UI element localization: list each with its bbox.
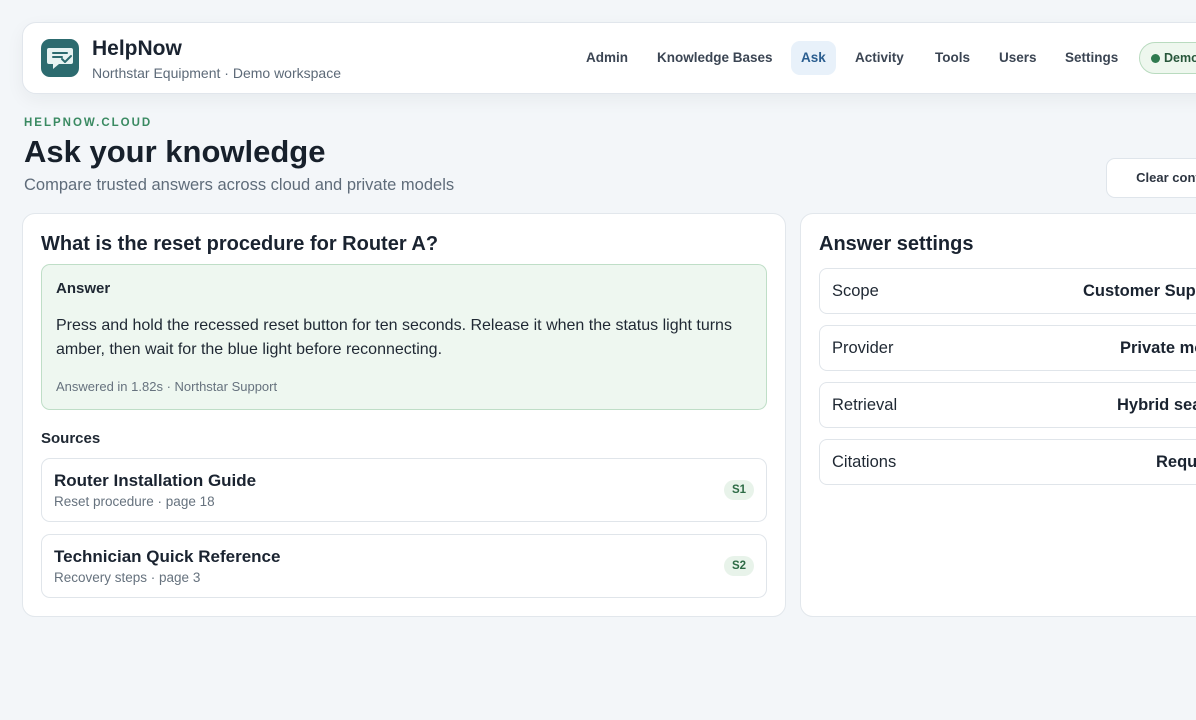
clear-conversation-button[interactable]: Clear conve bbox=[1106, 158, 1196, 198]
domain-eyebrow: HELPNOW.CLOUD bbox=[24, 117, 153, 129]
nav-item-settings[interactable]: Settings bbox=[1055, 41, 1128, 75]
setting-key: Scope bbox=[832, 282, 879, 300]
answer-card: What is the reset procedure for Router A… bbox=[22, 213, 786, 617]
workspace-status-badge[interactable]: Demo bbox=[1139, 42, 1196, 74]
source-badge: S2 bbox=[724, 556, 754, 576]
answer-text: Press and hold the recessed reset button… bbox=[56, 317, 732, 358]
setting-key: Provider bbox=[832, 339, 894, 357]
answer-label: Answer bbox=[56, 280, 111, 297]
question-title: What is the reset procedure for Router A… bbox=[41, 233, 439, 255]
setting-row-retrieval[interactable]: Retrieval Hybrid sea bbox=[819, 382, 1196, 428]
source-item[interactable]: Router Installation Guide Reset procedur… bbox=[41, 458, 767, 522]
nav-item-activity[interactable]: Activity bbox=[845, 41, 914, 75]
source-item[interactable]: Technician Quick Reference Recovery step… bbox=[41, 534, 767, 598]
setting-key: Retrieval bbox=[832, 396, 898, 414]
setting-key: Citations bbox=[832, 453, 897, 471]
status-dot-icon bbox=[1151, 54, 1160, 63]
nav-item-users[interactable]: Users bbox=[989, 41, 1047, 75]
setting-value: Customer Supp bbox=[1083, 282, 1196, 300]
nav-item-knowledge-bases[interactable]: Knowledge Bases bbox=[647, 41, 783, 75]
setting-row-citations[interactable]: Citations Requ bbox=[819, 439, 1196, 485]
page-subtitle: Compare trusted answers across cloud and… bbox=[24, 176, 455, 194]
sources-heading: Sources bbox=[41, 430, 101, 447]
nav-item-ask[interactable]: Ask bbox=[791, 41, 836, 75]
top-navigation-bar: HelpNow Northstar Equipment · Demo works… bbox=[22, 22, 1196, 94]
page: HelpNow Northstar Equipment · Demo works… bbox=[0, 0, 1196, 720]
nav-item-tools[interactable]: Tools bbox=[925, 41, 980, 75]
setting-value: Requ bbox=[1156, 453, 1196, 471]
source-subtitle: Recovery steps · page 3 bbox=[54, 570, 201, 585]
brand-name: HelpNow bbox=[92, 37, 182, 60]
chat-check-logo-icon[interactable] bbox=[41, 39, 79, 77]
source-title: Technician Quick Reference bbox=[54, 547, 281, 566]
workspace-subtitle: Northstar Equipment · Demo workspace bbox=[92, 65, 341, 81]
source-subtitle: Reset procedure · page 18 bbox=[54, 494, 215, 509]
settings-title: Answer settings bbox=[819, 233, 974, 255]
status-badge-label: Demo bbox=[1164, 51, 1196, 65]
answer-settings-card: Answer settings Scope Customer Supp Prov… bbox=[800, 213, 1196, 617]
source-badge: S1 bbox=[724, 480, 754, 500]
answer-meta: Answered in 1.82s · Northstar Support bbox=[56, 379, 278, 394]
source-title: Router Installation Guide bbox=[54, 471, 257, 490]
nav-item-admin[interactable]: Admin bbox=[576, 41, 638, 75]
setting-value: Hybrid sea bbox=[1117, 396, 1196, 414]
page-title: Ask your knowledge bbox=[24, 134, 326, 169]
setting-value: Private mo bbox=[1120, 339, 1196, 357]
answer-box: Answer Press and hold the recessed reset… bbox=[41, 264, 767, 410]
setting-row-scope[interactable]: Scope Customer Supp bbox=[819, 268, 1196, 314]
setting-row-provider[interactable]: Provider Private mo bbox=[819, 325, 1196, 371]
